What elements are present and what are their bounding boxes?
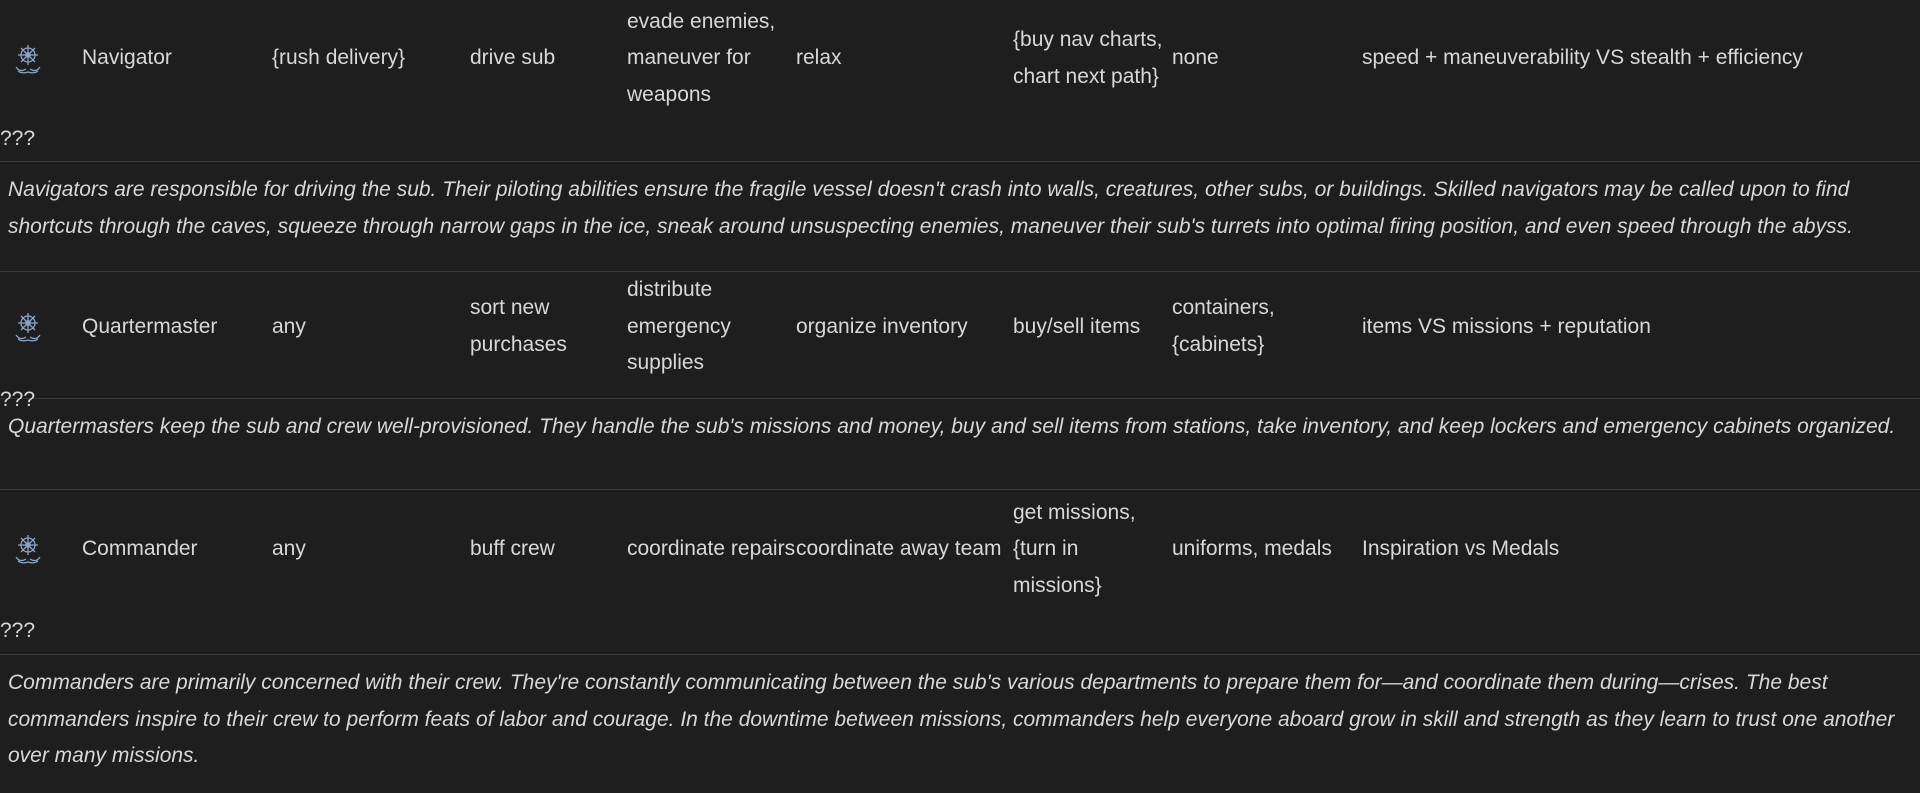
col-7: none bbox=[1172, 46, 1219, 70]
role-description: Navigators are responsible for driving t… bbox=[0, 162, 1920, 272]
col-7: uniforms, medals bbox=[1172, 537, 1332, 560]
ship-wheel-icon bbox=[0, 41, 82, 77]
col-3: drive sub bbox=[470, 46, 556, 70]
col-8: Inspiration vs Medals bbox=[1362, 537, 1560, 560]
role-name: Commander bbox=[82, 537, 198, 560]
roles-table: Navigator {rush delivery} drive sub evad… bbox=[0, 0, 1920, 775]
role-name: Quartermaster bbox=[82, 314, 218, 338]
col-6: {buy nav charts, chart next path} bbox=[1013, 28, 1163, 88]
col-4: coordinate repairs bbox=[627, 537, 796, 560]
col-7: containers, {cabinets} bbox=[1172, 296, 1275, 356]
col-5: coordinate away team bbox=[796, 537, 1002, 560]
table-row: Navigator {rush delivery} drive sub evad… bbox=[0, 0, 1920, 162]
ship-wheel-icon bbox=[0, 309, 82, 345]
col-9: ??? bbox=[0, 126, 36, 150]
col-2: any bbox=[272, 537, 306, 560]
col-5: organize inventory bbox=[796, 314, 968, 338]
col-2: {rush delivery} bbox=[272, 46, 406, 70]
col-3: buff crew bbox=[470, 537, 555, 560]
col-2: any bbox=[272, 314, 306, 338]
col-5: relax bbox=[796, 46, 842, 70]
col-8: speed + maneuverability VS stealth + eff… bbox=[1362, 46, 1803, 70]
table-row: Quartermaster any sort new purchases dis… bbox=[0, 272, 1920, 411]
col-6: get missions, {turn in missions} bbox=[1013, 500, 1136, 597]
col-6: buy/sell items bbox=[1013, 314, 1141, 338]
table-row: Commander any buff crew coordinate repai… bbox=[0, 490, 1920, 655]
col-4: evade enemies, maneuver for weapons bbox=[627, 9, 776, 106]
role-name: Navigator bbox=[82, 46, 172, 70]
role-description: Commanders are primarily concerned with … bbox=[8, 671, 1895, 767]
col-9: ??? bbox=[0, 619, 36, 642]
col-4: distribute emergency supplies bbox=[627, 278, 731, 374]
ship-wheel-icon bbox=[0, 531, 82, 567]
col-8: items VS missions + reputation bbox=[1362, 314, 1651, 338]
col-3: sort new purchases bbox=[470, 296, 567, 356]
role-description: Quartermasters keep the sub and crew wel… bbox=[0, 399, 1920, 490]
